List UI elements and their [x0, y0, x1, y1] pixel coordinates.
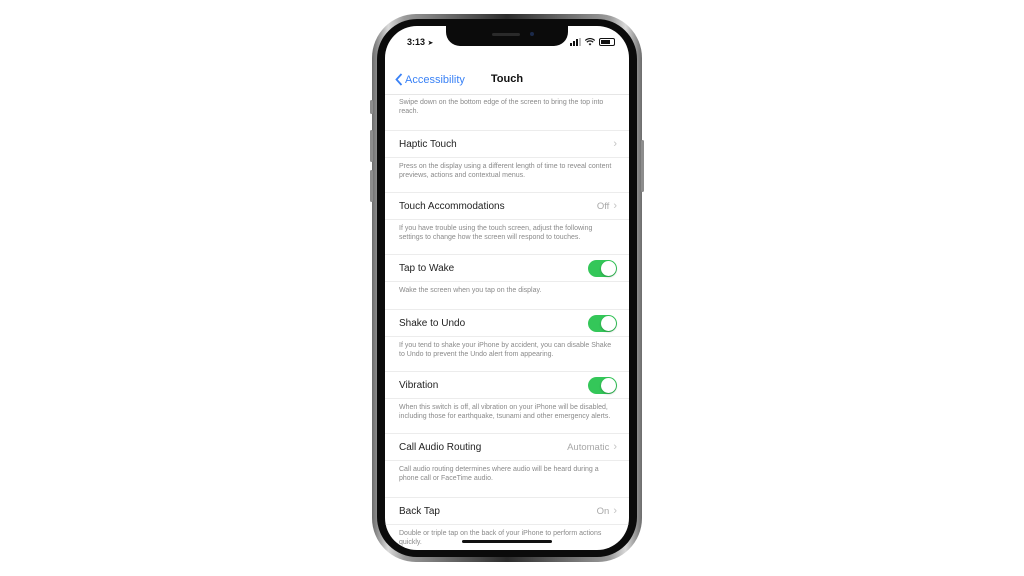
vibration-toggle[interactable] — [588, 376, 617, 394]
volume-up-button — [370, 130, 373, 162]
setting-label: Touch Accommodations — [399, 200, 505, 212]
page-title: Touch — [490, 73, 524, 85]
setting-control — [588, 314, 617, 332]
chevron-right-icon: › — [613, 441, 617, 453]
setting-footer-tap-to-wake: Wake the screen when you tap on the disp… — [399, 287, 542, 294]
home-indicator[interactable] — [462, 540, 552, 543]
cellular-signal-icon — [570, 38, 581, 46]
setting-row-vibration[interactable]: Vibration — [385, 371, 629, 399]
setting-label: Shake to Undo — [399, 317, 466, 329]
toggle-knob — [601, 315, 616, 331]
setting-footer-haptic-touch: Press on the display using a different l… — [399, 163, 612, 179]
setting-control — [588, 259, 617, 277]
setting-row-call-audio-routing[interactable]: Call Audio Routing Automatic › — [385, 433, 629, 461]
setting-footer-vibration: When this switch is off, all vibration o… — [399, 404, 611, 420]
setting-value-group: Off › — [597, 200, 617, 212]
setting-value-group: Automatic › — [567, 441, 617, 453]
setting-value-group: › — [613, 138, 617, 150]
front-camera — [530, 32, 534, 36]
navigation-bar: Accessibility Touch — [385, 68, 629, 95]
tap-to-wake-toggle[interactable] — [588, 259, 617, 277]
setting-value: On — [596, 505, 610, 517]
status-time: 3:13 ➤ — [407, 37, 434, 47]
iphone-device: 3:13 ➤ Accessibility Touch Swipe down on… — [370, 14, 644, 562]
setting-value: Off — [596, 200, 610, 212]
setting-footer-back-tap: Double or triple tap on the back of your… — [399, 530, 602, 546]
setting-value: Automatic — [567, 441, 610, 453]
chevron-right-icon: › — [613, 505, 617, 517]
setting-label: Haptic Touch — [399, 138, 457, 150]
setting-row-tap-to-wake[interactable]: Tap to Wake — [385, 254, 629, 282]
location-arrow-icon: ➤ — [427, 40, 434, 47]
setting-label: Vibration — [399, 379, 439, 391]
chevron-right-icon: › — [613, 200, 617, 212]
setting-footer-shake-to-undo: If you tend to shake your iPhone by acci… — [399, 342, 612, 358]
side-button — [641, 140, 644, 192]
setting-row-shake-to-undo[interactable]: Shake to Undo — [385, 309, 629, 337]
volume-down-button — [370, 170, 373, 202]
setting-label: Back Tap — [399, 505, 440, 517]
setting-row-haptic-touch[interactable]: Haptic Touch › — [385, 130, 629, 158]
setting-row-touch-accommodations[interactable]: Touch Accommodations Off › — [385, 192, 629, 220]
chevron-right-icon: › — [613, 138, 617, 150]
toggle-knob — [601, 377, 616, 393]
mute-switch — [370, 100, 373, 114]
setting-footer-touch-accommodations: If you have trouble using the touch scre… — [399, 225, 593, 241]
setting-label: Call Audio Routing — [399, 441, 482, 453]
setting-value-group: On › — [597, 505, 617, 517]
screen: 3:13 ➤ Accessibility Touch Swipe down on… — [385, 26, 629, 550]
setting-control — [588, 376, 617, 394]
settings-list: Swipe down on the bottom edge of the scr… — [385, 95, 629, 550]
battery-icon — [599, 38, 615, 46]
setting-label: Tap to Wake — [399, 262, 455, 274]
wifi-icon — [585, 38, 595, 46]
speaker — [492, 33, 520, 36]
setting-row-back-tap[interactable]: Back Tap On › — [385, 497, 629, 525]
reachability-footer: Swipe down on the bottom edge of the scr… — [399, 99, 604, 115]
setting-footer-call-audio-routing: Call audio routing determines where audi… — [399, 466, 599, 482]
status-bar: 3:13 ➤ — [385, 37, 629, 51]
shake-to-undo-toggle[interactable] — [588, 314, 617, 332]
toggle-knob — [601, 260, 616, 276]
